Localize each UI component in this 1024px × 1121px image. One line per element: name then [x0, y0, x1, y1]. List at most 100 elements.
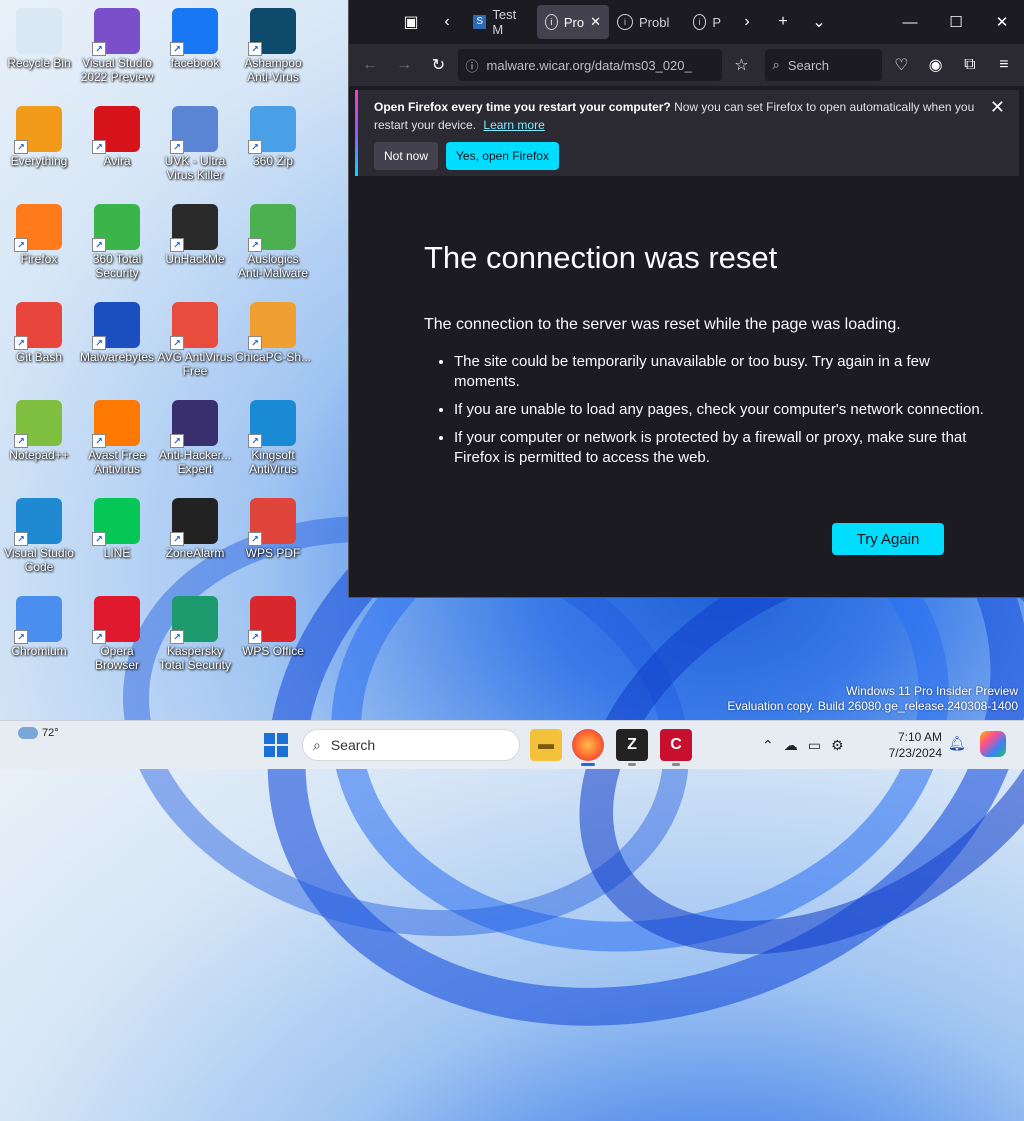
weather-widget[interactable]: 72° — [18, 727, 59, 739]
suggestion-item: If you are unable to load any pages, che… — [454, 400, 984, 420]
desktop-icon[interactable]: ↗ Visual Studio Code — [0, 492, 78, 574]
clock[interactable]: 7:10 AM 7/23/2024 — [876, 729, 942, 761]
desktop-icon-label: Avast Free Antivirus — [88, 448, 146, 476]
desktop-icon[interactable]: ↗ Notepad++ — [0, 394, 78, 462]
desktop-icon[interactable]: ↗ facebook — [156, 2, 234, 70]
shortcut-arrow-icon: ↗ — [248, 630, 262, 644]
app-icon: ↗ — [92, 204, 140, 252]
desktop-icon-label: AVG AntiVirus Free — [157, 350, 233, 378]
desktop-icon-label: WPS Office — [242, 644, 304, 658]
desktop-icon[interactable]: ↗ 360 Zip — [234, 100, 312, 168]
desktop-icon[interactable]: ↗ AVG AntiVirus Free — [156, 296, 234, 378]
network-icon[interactable]: ⚙ — [831, 737, 844, 754]
desktop-icon[interactable]: ↗ Chromium — [0, 590, 78, 658]
desktop-icon[interactable]: ↗ Malwarebytes — [78, 296, 156, 364]
forward-icon[interactable]: → — [389, 49, 419, 81]
start-button[interactable] — [264, 733, 288, 757]
copilot-icon[interactable] — [980, 731, 1006, 757]
error-suggestions: The site could be temporarily unavailabl… — [424, 352, 984, 476]
desktop-icon[interactable]: Recycle Bin — [0, 2, 78, 70]
error-page: The connection was reset The connection … — [349, 178, 1024, 597]
new-tab-icon[interactable]: + — [765, 6, 801, 38]
desktop-icon[interactable]: ↗ WPS PDF — [234, 492, 312, 560]
desktop-icon[interactable]: ↗ Ashampoo Anti-Virus — [234, 2, 312, 84]
desktop-icon-label: WPS PDF — [245, 546, 301, 560]
desktop-icon[interactable]: ↗ UnHackMe — [156, 198, 234, 266]
site-info-icon[interactable]: ⓘ — [466, 56, 479, 75]
comodo-taskbar-icon[interactable]: C — [660, 729, 692, 766]
firefox-taskbar-icon[interactable] — [572, 729, 604, 766]
app-icon: ↗ — [170, 106, 218, 154]
app-icon: ↗ — [92, 498, 140, 546]
desktop-icon[interactable]: ↗ UVK - Ultra Virus Killer — [156, 100, 234, 182]
desktop-icon[interactable]: ↗ Kaspersky Total Security — [156, 590, 234, 672]
desktop-icon[interactable]: ↗ Git Bash — [0, 296, 78, 364]
error-description: The connection to the server was reset w… — [424, 316, 901, 333]
shortcut-arrow-icon: ↗ — [248, 336, 262, 350]
cloud-icon — [18, 727, 38, 739]
tab-problem[interactable]: i Probl — [609, 5, 685, 39]
shortcut-arrow-icon: ↗ — [170, 434, 184, 448]
account-icon[interactable]: ◉ — [921, 49, 951, 81]
file-explorer-icon[interactable]: ▬ — [530, 729, 562, 761]
desktop-icon[interactable]: ↗ LINE — [78, 492, 156, 560]
search-icon: ⌕ — [313, 736, 321, 753]
close-window-icon[interactable]: ✕ — [979, 0, 1024, 44]
tab-p[interactable]: i P — [685, 5, 729, 39]
desktop-icon[interactable]: ↗ ZoneAlarm — [156, 492, 234, 560]
clock-date: 7/23/2024 — [888, 746, 942, 760]
desktop-icon[interactable]: ↗ 360 Total Security — [78, 198, 156, 280]
desktop-icon[interactable]: ↗ Everything — [0, 100, 78, 168]
onedrive-icon[interactable]: ☁ — [784, 737, 798, 754]
taskbar-search[interactable]: ⌕ Search — [302, 729, 520, 761]
tab-active[interactable]: i Pro ✕ — [537, 5, 609, 39]
desktop-icon[interactable]: ↗ Auslogics Anti-Malware — [234, 198, 312, 280]
address-bar[interactable]: ⓘ malware.wicar.org/data/ms03_020_ — [457, 49, 723, 81]
minimize-icon[interactable]: — — [887, 0, 933, 44]
desktop-icon[interactable]: ↗ Avast Free Antivirus — [78, 394, 156, 476]
zonealarm-taskbar-icon[interactable]: Z — [616, 729, 648, 766]
app-icon: ↗ — [92, 400, 140, 448]
chevron-up-icon[interactable]: ⌃ — [762, 737, 774, 754]
desktop-icon[interactable]: ↗ ChicaPC-Sh... — [234, 296, 312, 364]
extensions-icon[interactable]: ⧉ — [955, 49, 985, 81]
desktop-icon[interactable]: ↗ Kingsoft AntiVirus — [234, 394, 312, 476]
default-startup-notice: Open Firefox every time you restart your… — [355, 90, 1019, 176]
desktop-icon-label: Chromium — [11, 644, 67, 658]
info-icon: i — [545, 14, 558, 30]
tab-manager-icon[interactable]: ▣ — [393, 6, 429, 38]
search-bar[interactable]: ⌕ Search — [764, 49, 883, 81]
desktop-icon-label: UVK - Ultra Virus Killer — [164, 154, 226, 182]
desktop-icon-label: facebook — [170, 56, 220, 70]
pocket-icon[interactable]: ♡ — [886, 49, 916, 81]
back-icon[interactable]: ← — [355, 49, 385, 81]
display-icon[interactable]: ▭ — [808, 737, 821, 754]
shortcut-arrow-icon: ↗ — [92, 238, 106, 252]
shortcut-arrow-icon: ↗ — [92, 42, 106, 56]
tab-test[interactable]: S Test M — [465, 5, 537, 39]
desktop-icon[interactable]: ↗ WPS Office — [234, 590, 312, 658]
desktop-icon[interactable]: ↗ Firefox — [0, 198, 78, 266]
maximize-icon[interactable]: ☐ — [933, 0, 979, 44]
desktop-icon[interactable]: ↗ Avira — [78, 100, 156, 168]
desktop-icon[interactable]: ↗ Visual Studio 2022 Preview — [78, 2, 156, 84]
taskbar-search-label: Search — [330, 737, 376, 753]
yes-open-firefox-button[interactable]: Yes, open Firefox — [446, 142, 559, 170]
reload-icon[interactable]: ↻ — [423, 49, 453, 81]
not-now-button[interactable]: Not now — [374, 142, 439, 170]
desktop-icon[interactable]: ↗ Anti-Hacker... Expert — [156, 394, 234, 476]
desktop-icon[interactable]: ↗ Opera Browser — [78, 590, 156, 672]
menu-icon[interactable]: ≡ — [989, 49, 1019, 81]
close-notice-icon[interactable]: ✕ — [990, 98, 1005, 116]
app-icon: ↗ — [248, 498, 296, 546]
list-tabs-icon[interactable]: ⌄ — [801, 6, 837, 38]
notification-bell-icon[interactable]: 🔔︎ — [948, 735, 966, 752]
bookmark-star-icon[interactable]: ☆ — [726, 49, 756, 81]
scroll-tabs-left-icon[interactable]: ‹ — [429, 6, 465, 38]
close-tab-icon[interactable]: ✕ — [590, 14, 601, 30]
evaluation-watermark: Windows 11 Pro Insider Preview Evaluatio… — [727, 684, 1018, 714]
learn-more-link[interactable]: Learn more — [483, 118, 544, 132]
try-again-button[interactable]: Try Again — [832, 523, 944, 555]
window-controls: — ☐ ✕ — [887, 0, 1024, 44]
scroll-tabs-right-icon[interactable]: › — [729, 6, 765, 38]
